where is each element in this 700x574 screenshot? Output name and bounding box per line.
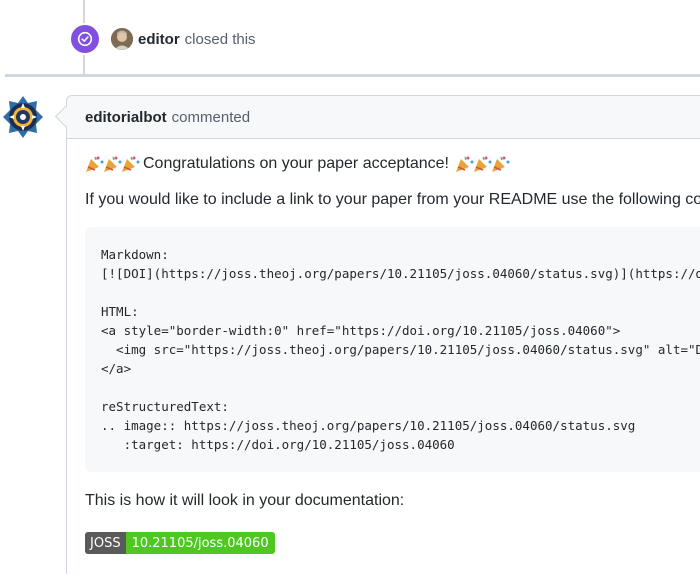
avatar[interactable] — [111, 28, 133, 50]
code-line: [![DOI](https://joss.theoj.org/papers/10… — [101, 266, 700, 281]
badge-value: 10.21105/joss.04060 — [125, 532, 275, 554]
code-line: <a style="border-width:0" href="https://… — [101, 323, 621, 338]
code-line: HTML: — [101, 304, 139, 319]
code-block[interactable]: Markdown: [![DOI](https://joss.theoj.org/… — [85, 227, 700, 472]
issue-timeline: editor closed this editorialbot commente… — [0, 0, 700, 574]
congrats-text: Congratulations on your paper acceptance… — [143, 155, 449, 172]
code-line: </a> — [101, 361, 132, 376]
code-line: .. image:: https://joss.theoj.org/papers… — [101, 418, 636, 433]
closed-event: editor closed this — [69, 23, 256, 55]
closed-icon — [69, 23, 101, 55]
party-popper-icon — [85, 155, 140, 173]
code-line: reStructuredText: — [101, 399, 229, 414]
event-action-text: closed this — [184, 30, 256, 48]
code-line: :target: https://doi.org/10.21105/joss.0… — [101, 437, 455, 452]
code-line: Markdown: — [101, 247, 169, 262]
badge-label: JOSS — [85, 532, 126, 554]
comment-body: Congratulations on your paper acceptance… — [67, 155, 700, 554]
timeline-divider — [5, 74, 700, 77]
bot-avatar[interactable] — [2, 94, 44, 140]
code-line: <img src="https://joss.theoj.org/papers/… — [116, 342, 700, 357]
intro-text: If you would like to include a link to y… — [85, 191, 700, 208]
event-actor-link[interactable]: editor — [138, 31, 180, 48]
party-popper-icon — [455, 155, 510, 173]
comment-box: editorialbot commented Congratulations o… — [66, 95, 700, 574]
preview-text: This is how it will look in your documen… — [85, 492, 405, 509]
comment-author-link[interactable]: editorialbot — [85, 109, 167, 126]
doi-badge[interactable]: JOSS 10.21105/joss.04060 — [85, 532, 275, 554]
comment-header: editorialbot commented — [67, 96, 700, 139]
congrats-line: Congratulations on your paper acceptance… — [85, 155, 700, 173]
comment-verb-text: commented — [171, 108, 251, 126]
